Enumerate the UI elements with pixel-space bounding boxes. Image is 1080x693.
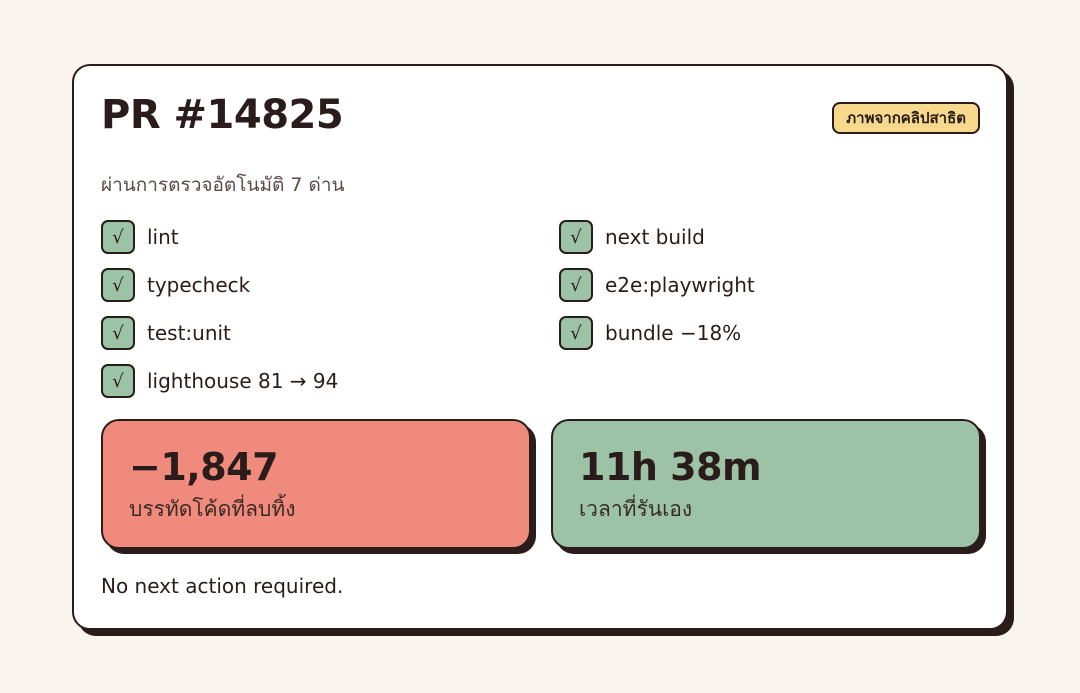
footer-note: No next action required. [101, 574, 344, 598]
check-label: next build [605, 225, 705, 249]
pr-summary-card: PR #14825 ภาพจากคลิปสาธิต ผ่านการตรวจอัต… [72, 64, 1008, 630]
lines-deleted-stat: −1,847 บรรทัดโค้ดที่ลบทิ้ง [101, 419, 531, 549]
check-item-next-build: √ next build [559, 220, 705, 254]
lines-deleted-value: −1,847 [129, 445, 279, 489]
check-item-e2e-playwright: √ e2e:playwright [559, 268, 755, 302]
check-item-lint: √ lint [101, 220, 179, 254]
checkmark-icon: √ [101, 364, 135, 398]
lines-deleted-label: บรรทัดโค้ดที่ลบทิ้ง [129, 497, 296, 521]
checks-list: √ lint √ typecheck √ test:unit √ lightho… [101, 220, 981, 400]
run-time-value: 11h 38m [579, 445, 762, 489]
check-label: bundle −18% [605, 321, 742, 345]
checkmark-icon: √ [559, 220, 593, 254]
check-label: test:unit [147, 321, 231, 345]
checkmark-icon: √ [559, 316, 593, 350]
page-title: PR #14825 [101, 92, 344, 138]
checkmark-icon: √ [101, 268, 135, 302]
check-label: e2e:playwright [605, 273, 755, 297]
checkmark-icon: √ [101, 316, 135, 350]
check-item-typecheck: √ typecheck [101, 268, 250, 302]
demo-badge: ภาพจากคลิปสาธิต [832, 102, 980, 134]
checkmark-icon: √ [559, 268, 593, 302]
run-time-label: เวลาที่รันเอง [579, 497, 693, 521]
check-item-lighthouse: √ lighthouse 81 → 94 [101, 364, 338, 398]
check-label: lighthouse 81 → 94 [147, 369, 339, 393]
check-item-test-unit: √ test:unit [101, 316, 231, 350]
checks-subtitle: ผ่านการตรวจอัตโนมัติ 7 ด่าน [101, 174, 345, 196]
check-item-bundle: √ bundle −18% [559, 316, 741, 350]
check-label: typecheck [147, 273, 251, 297]
run-time-stat: 11h 38m เวลาที่รันเอง [551, 419, 981, 549]
check-label: lint [147, 225, 179, 249]
checkmark-icon: √ [101, 220, 135, 254]
